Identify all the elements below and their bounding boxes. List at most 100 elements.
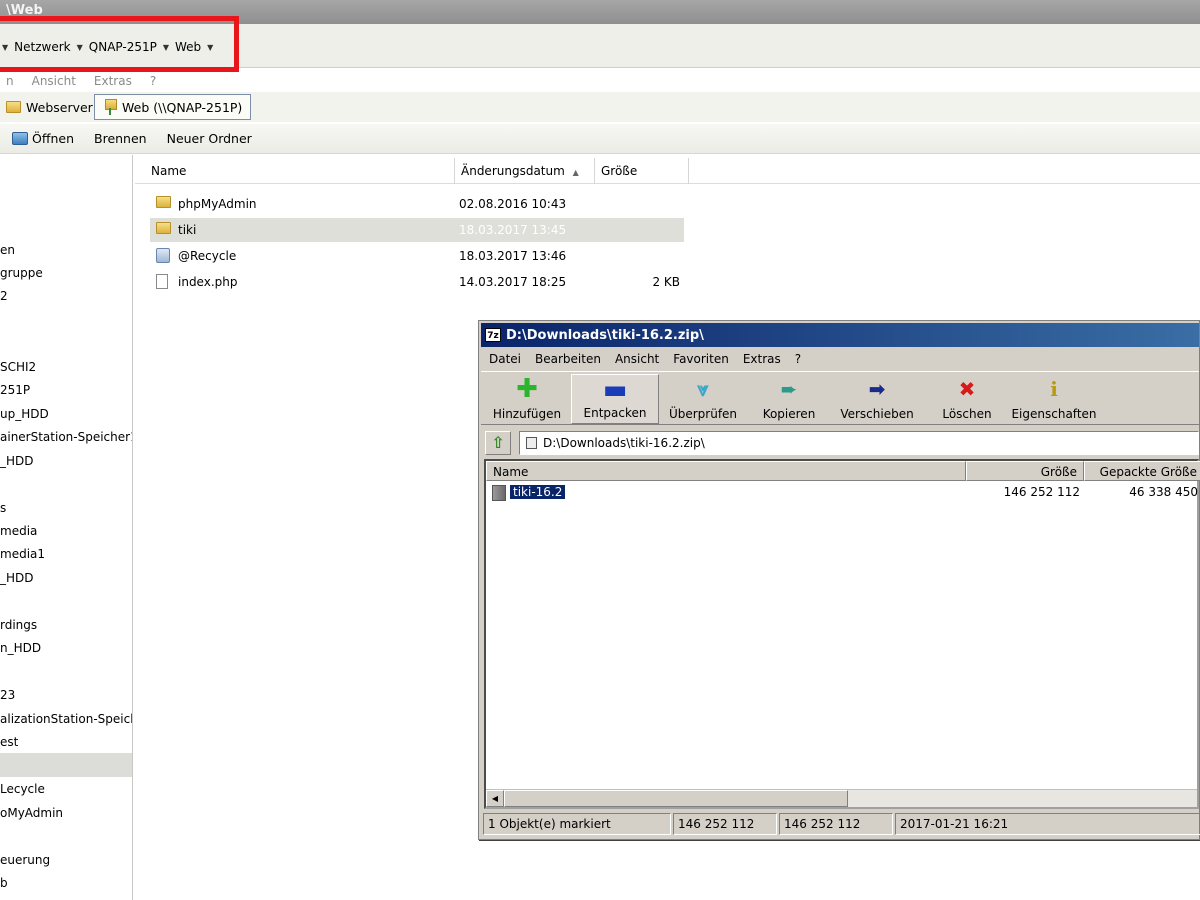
zip-file-icon — [526, 437, 537, 449]
tab-label: Webserver — [26, 99, 93, 115]
nav-item[interactable]: euerung — [0, 849, 50, 871]
tab-webserver[interactable]: Webserver — [0, 94, 101, 120]
nav-item[interactable]: gruppe — [0, 262, 43, 284]
recycle-bin-icon — [156, 248, 170, 263]
delete-x-icon: ✖ — [958, 377, 976, 401]
folder-up-button[interactable]: ⇧ — [485, 431, 511, 455]
nav-item[interactable]: ainerStation-Speicher1 — [0, 426, 132, 448]
arrow-left-icon: ◀ — [491, 794, 499, 803]
sevenzip-file-list[interactable]: Name Größe Gepackte Größe tiki-16.2 146 … — [484, 459, 1200, 809]
nav-item[interactable]: up_HDD — [0, 403, 49, 425]
tab-web[interactable]: Web (\\QNAP-251P) — [94, 94, 252, 120]
nav-item[interactable]: media — [0, 520, 37, 542]
extract-button[interactable]: ▬ Entpacken — [571, 374, 659, 424]
menu-item-favoriten[interactable]: Favoriten — [673, 352, 729, 366]
nav-item[interactable]: b — [0, 872, 8, 894]
plus-icon: ✚ — [516, 374, 538, 404]
menu-item-datei[interactable]: Datei — [489, 352, 521, 366]
minus-icon: ▬ — [602, 375, 628, 405]
delete-label: Löschen — [942, 407, 992, 421]
nav-selection — [0, 753, 132, 777]
archive-item-packed-size: 46 338 450 — [1129, 485, 1198, 499]
new-folder-button[interactable]: Neuer Ordner — [157, 131, 262, 146]
path-input[interactable]: D:\Downloads\tiki-16.2.zip\ — [519, 431, 1199, 455]
burn-button[interactable]: Brennen — [84, 131, 157, 146]
file-row[interactable]: @Recycle 18.03.2017 13:46 — [150, 244, 684, 268]
column-header-packed-size[interactable]: Gepackte Größe — [1084, 461, 1200, 481]
menu-item-extras[interactable]: Extras — [94, 74, 132, 88]
test-button[interactable]: ⩔ Überprüfen — [663, 374, 743, 424]
copy-button[interactable]: ➨ Kopieren — [757, 374, 821, 424]
status-selected: 1 Objekt(e) markiert — [483, 813, 671, 835]
file-row[interactable]: phpMyAdmin 02.08.2016 10:43 — [150, 192, 684, 216]
nav-item[interactable]: _HDD — [0, 450, 34, 472]
nav-item[interactable]: media1 — [0, 543, 45, 565]
new-folder-label: Neuer Ordner — [166, 131, 252, 146]
open-button[interactable]: Öffnen — [0, 131, 84, 146]
info-icon: i — [1050, 377, 1058, 401]
sevenzip-logo: 7z — [485, 328, 501, 342]
scroll-thumb[interactable] — [504, 790, 848, 807]
nav-item[interactable]: est — [0, 731, 18, 753]
column-header-name[interactable]: Name — [145, 158, 455, 184]
navigation-pane[interactable]: en gruppe 2 SCHI2 251P up_HDD ainerStati… — [0, 155, 133, 900]
folder-icon — [492, 485, 506, 501]
nav-item[interactable]: n_HDD — [0, 637, 41, 659]
sevenzip-title: D:\Downloads\tiki-16.2.zip\ — [506, 327, 704, 343]
folder-icon — [156, 222, 171, 234]
properties-label: Eigenschaften — [1011, 407, 1097, 421]
nav-item[interactable]: en — [0, 239, 15, 261]
column-header-name[interactable]: Name — [486, 461, 966, 481]
folder-icon — [6, 101, 21, 113]
nav-item[interactable]: s — [0, 497, 6, 519]
file-row-selected[interactable]: tiki 18.03.2017 13:45 — [150, 218, 684, 242]
add-button[interactable]: ✚ Hinzufügen — [487, 374, 567, 424]
nav-item[interactable]: Lecycle — [0, 778, 45, 800]
nav-item[interactable]: oMyAdmin — [0, 802, 63, 824]
sort-ascending-icon: ▲ — [572, 168, 579, 177]
status-size-total: 146 252 112 — [779, 813, 893, 835]
add-label: Hinzufügen — [492, 407, 562, 421]
check-chevron-icon: ⩔ — [697, 377, 709, 401]
menu-item-bearbeiten[interactable]: Bearbeiten — [535, 352, 601, 366]
move-button[interactable]: ➡ Verschieben — [837, 374, 917, 424]
nav-item[interactable]: 2 — [0, 285, 8, 307]
tab-label: Web (\\QNAP-251P) — [122, 99, 243, 115]
scroll-left-button[interactable]: ◀ — [486, 790, 504, 807]
test-label: Überprüfen — [668, 407, 738, 421]
file-name: @Recycle — [178, 249, 237, 263]
column-header-size[interactable]: Größe — [595, 158, 689, 184]
file-date: 18.03.2017 13:45 — [459, 223, 567, 237]
file-row[interactable]: index.php 14.03.2017 18:25 2 KB — [150, 270, 684, 294]
sevenzip-titlebar[interactable]: 7z D:\Downloads\tiki-16.2.zip\ — [481, 323, 1199, 347]
copy-label: Kopieren — [762, 407, 816, 421]
file-name: phpMyAdmin — [178, 197, 257, 211]
file-name: index.php — [178, 275, 238, 289]
nav-item[interactable]: _HDD — [0, 567, 34, 589]
menu-item-view[interactable]: Ansicht — [32, 74, 76, 88]
menu-item-help[interactable]: ? — [795, 352, 801, 366]
menu-bar: n Ansicht Extras ? — [0, 70, 1200, 92]
horizontal-scrollbar[interactable]: ◀ — [486, 789, 1197, 807]
menu-item-extras[interactable]: Extras — [743, 352, 781, 366]
nav-item[interactable]: 23 — [0, 684, 15, 706]
up-arrow-icon: ⇧ — [491, 433, 505, 452]
open-label: Öffnen — [32, 131, 74, 146]
nav-item[interactable]: alizationStation-Speicher — [0, 708, 132, 730]
status-modified: 2017-01-21 16:21 — [895, 813, 1200, 835]
archive-item-name: tiki-16.2 — [508, 484, 567, 500]
properties-button[interactable]: i Eigenschaften — [1009, 374, 1099, 424]
archive-row[interactable]: tiki-16.2 146 252 112 46 338 450 — [490, 483, 1198, 503]
menu-item-help[interactable]: ? — [150, 74, 156, 88]
nav-item[interactable]: rdings — [0, 614, 37, 636]
menu-item-ansicht[interactable]: Ansicht — [615, 352, 659, 366]
column-header-size[interactable]: Größe — [966, 461, 1084, 481]
command-toolbar: Öffnen Brennen Neuer Ordner — [0, 124, 1200, 154]
column-header-date[interactable]: Änderungsdatum ▲ — [455, 158, 595, 184]
extract-label: Entpacken — [583, 406, 647, 420]
nav-item[interactable]: SCHI2 — [0, 356, 36, 378]
copy-arrow-icon: ➨ — [780, 377, 798, 401]
menu-item-edit[interactable]: n — [6, 74, 14, 88]
nav-item[interactable]: 251P — [0, 379, 30, 401]
delete-button[interactable]: ✖ Löschen — [937, 374, 997, 424]
